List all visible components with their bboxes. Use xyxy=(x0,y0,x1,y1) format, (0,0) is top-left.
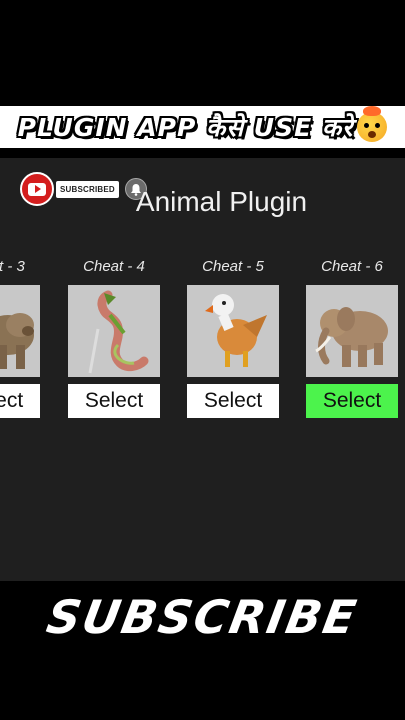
cheat-card-label: Cheat - 4 xyxy=(83,258,145,275)
cheat-card-5: Cheat - 5 Select xyxy=(187,258,279,418)
exploding-head-emoji-icon xyxy=(357,106,388,142)
select-button[interactable]: Select xyxy=(187,384,279,418)
elephant-image xyxy=(306,285,398,377)
cheat-card-6: Cheat - 6 Select xyxy=(306,258,398,418)
title-banner: PLUGIN APP कैसे USE करे xyxy=(0,106,405,148)
select-button[interactable]: Select xyxy=(68,384,160,418)
subscribe-text: SUBSCRIBE xyxy=(42,590,362,644)
serpent-creature-image xyxy=(68,285,160,377)
cheat-card-label: Cheat - 3 xyxy=(0,258,25,275)
cheat-card-4: Cheat - 4 Select xyxy=(68,258,160,418)
select-button[interactable]: Select xyxy=(0,384,40,418)
banner-text: PLUGIN APP कैसे USE करे xyxy=(17,113,354,142)
cheat-card-label: Cheat - 6 xyxy=(321,258,383,275)
app-title: Animal Plugin xyxy=(135,186,308,217)
cheat-card-3: Cheat - 3 Select xyxy=(0,258,40,418)
bear-image xyxy=(0,285,40,377)
cheat-card-row: Cheat - 3 Select Cheat - 4 xyxy=(0,258,405,418)
cheat-card-label: Cheat - 5 xyxy=(202,258,264,275)
plugin-app-screen: SUBSCRIBED Animal Plugin Cheat - 3 Sele xyxy=(0,158,405,581)
select-button-active[interactable]: Select xyxy=(306,384,398,418)
griffin-image xyxy=(187,285,279,377)
